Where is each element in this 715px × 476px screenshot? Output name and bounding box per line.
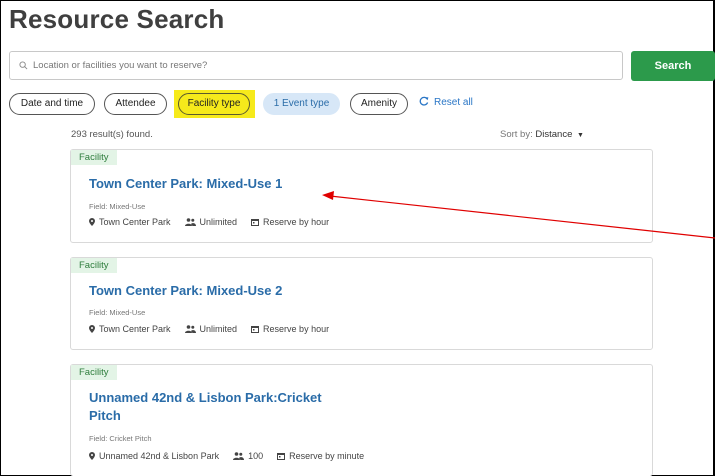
result-meta: Town Center Park Unlimited Reserve by ho… xyxy=(89,217,343,227)
search-input[interactable]: Location or facilities you want to reser… xyxy=(9,51,623,80)
facility-tag: Facility xyxy=(71,365,117,380)
location-item: Town Center Park xyxy=(89,324,171,334)
page-title: Resource Search xyxy=(9,4,225,34)
location-item: Town Center Park xyxy=(89,217,171,227)
result-title-line-1[interactable]: Unnamed 42nd & Lisbon Park:Cricket xyxy=(89,389,322,407)
map-pin-icon xyxy=(89,218,95,226)
people-icon xyxy=(184,218,196,226)
filter-amenity[interactable]: Amenity xyxy=(350,93,408,115)
filter-attendee[interactable]: Attendee xyxy=(104,93,167,115)
capacity-item: Unlimited xyxy=(184,324,238,334)
search-button[interactable]: Search xyxy=(631,51,715,81)
capacity-item: 100 xyxy=(233,451,263,461)
sort-label: Sort by: xyxy=(500,129,533,140)
map-pin-icon xyxy=(89,325,95,333)
filter-event-type[interactable]: 1 Event type xyxy=(263,93,340,115)
result-field: Field: Mixed-Use xyxy=(89,308,146,317)
result-field: Field: Cricket Pitch xyxy=(89,434,152,443)
location-text: Unnamed 42nd & Lisbon Park xyxy=(99,451,220,461)
location-text: Town Center Park xyxy=(99,217,171,227)
reset-all-label: Reset all xyxy=(434,97,473,108)
calendar-icon xyxy=(277,453,286,460)
reserve-item: Reserve by hour xyxy=(251,217,329,227)
people-icon xyxy=(233,452,245,460)
result-field: Field: Mixed-Use xyxy=(89,202,146,211)
calendar-icon xyxy=(251,326,260,333)
results-count: 293 result(s) found. xyxy=(71,129,153,140)
result-card[interactable]: Facility Town Center Park: Mixed-Use 1 F… xyxy=(70,149,653,243)
result-title-line-2[interactable]: Pitch xyxy=(89,407,121,425)
location-item: Unnamed 42nd & Lisbon Park xyxy=(89,451,219,461)
facility-tag: Facility xyxy=(71,150,117,165)
reserve-text: Reserve by hour xyxy=(263,324,330,334)
location-text: Town Center Park xyxy=(99,324,171,334)
map-pin-icon xyxy=(89,452,95,460)
sort-control[interactable]: Sort by: Distance ▼ xyxy=(500,129,584,140)
result-meta: Town Center Park Unlimited Reserve by ho… xyxy=(89,324,343,334)
filter-facility-type[interactable]: Facility type xyxy=(178,93,250,115)
people-icon xyxy=(184,325,196,333)
reserve-text: Reserve by minute xyxy=(289,451,365,461)
refresh-icon xyxy=(419,96,429,106)
search-placeholder: Location or facilities you want to reser… xyxy=(33,60,208,71)
reserve-text: Reserve by hour xyxy=(263,217,330,227)
filter-date-time[interactable]: Date and time xyxy=(9,93,95,115)
result-title[interactable]: Town Center Park: Mixed-Use 1 xyxy=(89,175,282,193)
chevron-down-icon: ▼ xyxy=(577,132,584,139)
reset-all-link[interactable]: Reset all xyxy=(419,96,473,108)
capacity-item: Unlimited xyxy=(184,217,238,227)
calendar-icon xyxy=(251,219,260,226)
result-meta: Unnamed 42nd & Lisbon Park 100 Reserve b… xyxy=(89,451,378,461)
capacity-text: Unlimited xyxy=(199,324,238,334)
facility-tag: Facility xyxy=(71,258,117,273)
search-icon xyxy=(19,61,28,70)
reserve-item: Reserve by minute xyxy=(277,451,364,461)
capacity-text: Unlimited xyxy=(199,217,238,227)
result-title[interactable]: Town Center Park: Mixed-Use 2 xyxy=(89,282,282,300)
sort-value: Distance xyxy=(535,129,573,140)
capacity-text: 100 xyxy=(248,451,264,461)
reserve-item: Reserve by hour xyxy=(251,324,329,334)
result-card[interactable]: Facility Unnamed 42nd & Lisbon Park:Cric… xyxy=(70,364,653,476)
result-card[interactable]: Facility Town Center Park: Mixed-Use 2 F… xyxy=(70,257,653,350)
